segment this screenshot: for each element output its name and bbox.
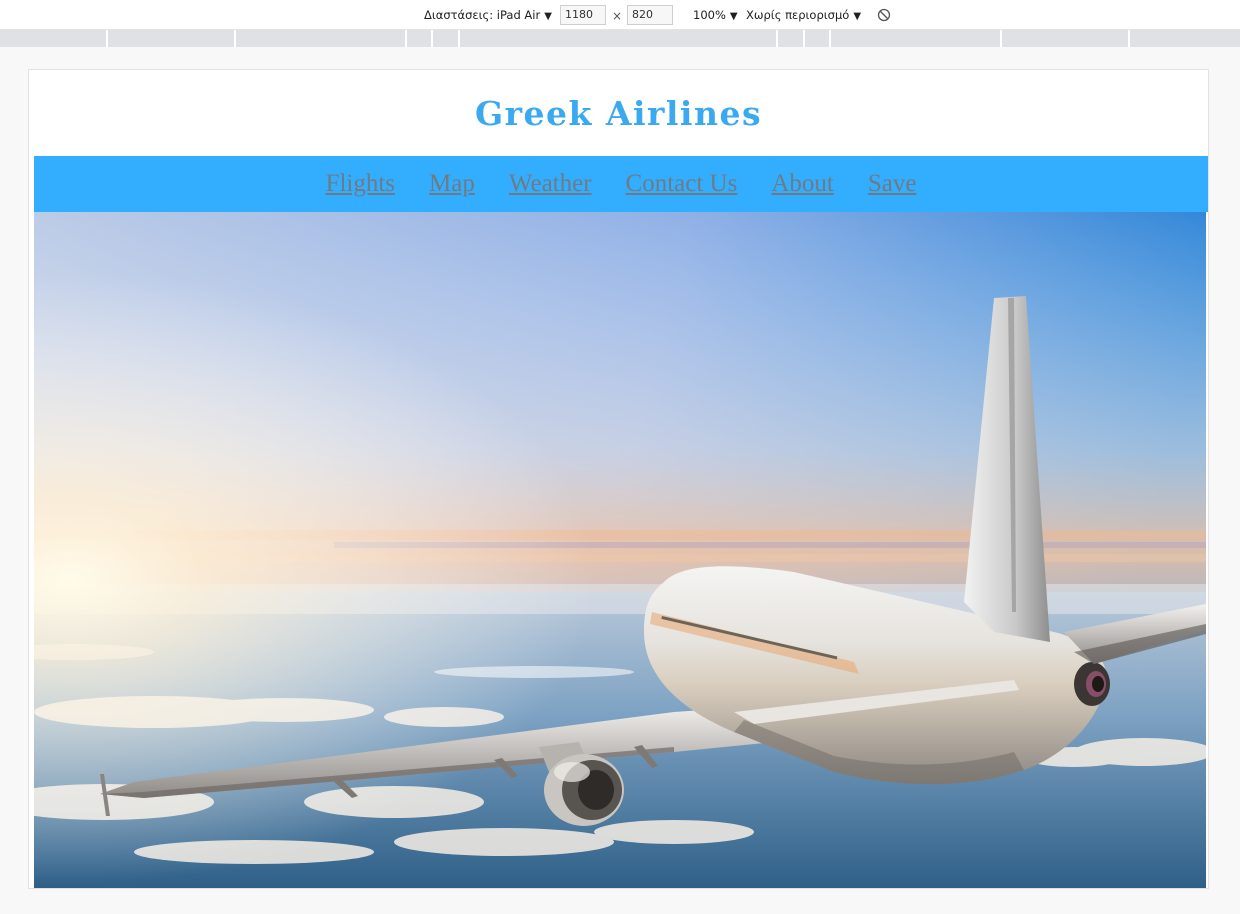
throttling-select-label: Χωρίς περιορισμό <box>746 8 850 22</box>
nav-link-map[interactable]: Map <box>429 156 475 212</box>
ruler-breakpoint[interactable] <box>776 30 778 47</box>
caret-down-icon: ▼ <box>853 11 862 22</box>
device-select[interactable]: Διαστάσεις: iPad Air ▼ <box>424 0 552 30</box>
ruler-breakpoint[interactable] <box>1128 30 1130 47</box>
width-input[interactable]: 1180 <box>560 5 606 25</box>
nav-link-contact-us[interactable]: Contact Us <box>626 156 738 212</box>
ruler-breakpoint[interactable] <box>803 30 805 47</box>
airplane-illustration <box>34 212 1206 888</box>
ruler-breakpoint[interactable] <box>405 30 407 47</box>
device-select-label: Διαστάσεις: iPad Air <box>424 8 541 22</box>
throttling-select[interactable]: Χωρίς περιορισμό ▼ <box>746 0 861 30</box>
zoom-select-label: 100% <box>693 8 726 22</box>
caret-down-icon: ▼ <box>544 11 552 22</box>
nav-link-weather[interactable]: Weather <box>509 156 592 212</box>
ruler-breakpoint[interactable] <box>234 30 236 47</box>
site-title: Greek Airlines <box>474 94 763 133</box>
emulated-viewport: Greek Airlines Flights Map Weather Contact … <box>28 69 1209 889</box>
rotate-icon[interactable] <box>877 8 891 22</box>
ruler-breakpoint[interactable] <box>431 30 433 47</box>
media-query-ruler <box>0 30 1240 47</box>
nav-link-flights[interactable]: Flights <box>326 156 395 212</box>
nav-link-save[interactable]: Save <box>868 156 917 212</box>
dimension-separator: × <box>612 9 623 23</box>
hero-image <box>34 212 1206 888</box>
height-input[interactable]: 820 <box>627 5 673 25</box>
devtools-device-toolbar: Διαστάσεις: iPad Air ▼ 1180 × 820 100% ▼ Χ… <box>0 0 1240 30</box>
main-nav: Flights Map Weather Contact Us About Save <box>34 156 1208 212</box>
ruler-breakpoint[interactable] <box>106 30 108 47</box>
site-header: Greek Airlines <box>29 70 1208 156</box>
nav-link-about[interactable]: About <box>771 156 834 212</box>
caret-down-icon: ▼ <box>729 11 738 22</box>
ruler-breakpoint[interactable] <box>458 30 460 47</box>
ruler-breakpoint[interactable] <box>829 30 831 47</box>
ruler-breakpoint[interactable] <box>1000 30 1002 47</box>
zoom-select[interactable]: 100% ▼ <box>693 0 738 30</box>
